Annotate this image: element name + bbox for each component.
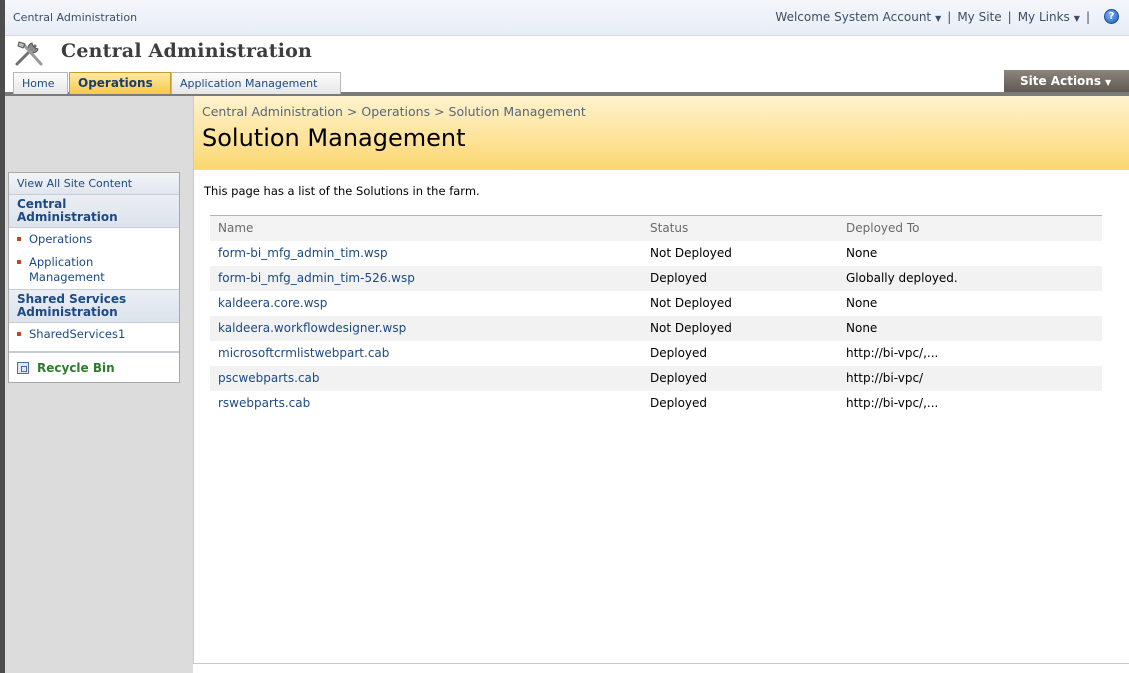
solutions-table: Name Status Deployed To form-bi_mfg_admi… [210,215,1102,416]
solution-status: Deployed [650,346,708,360]
solution-deployed-to: http://bi-vpc/,... [846,346,939,360]
solution-name-link[interactable]: pscwebparts.cab [210,366,642,391]
separator: | [1085,9,1090,24]
global-navigation-bar: Central Administration Welcome System Ac… [5,0,1129,36]
chevron-down-icon: ▼ [1073,13,1080,23]
page-footer-border [193,663,1129,673]
nav-item-application-management[interactable]: Application Management [9,251,179,289]
solution-deployed-to: None [846,246,878,260]
quick-launch: View All Site Content Central Administra… [8,172,180,383]
solution-name-link[interactable]: form-bi_mfg_admin_tim-526.wsp [210,266,642,291]
site-title-row: Central Administration [5,36,1129,70]
solution-name-link[interactable]: kaldeera.workflowdesigner.wsp [210,316,642,341]
view-all-site-content-link[interactable]: View All Site Content [9,173,179,195]
site-title[interactable]: Central Administration [61,40,312,62]
table-row: form-bi_mfg_admin_tim-526.wsp Deployed G… [210,265,1102,291]
table-row: kaldeera.workflowdesigner.wsp Not Deploy… [210,315,1102,341]
table-row: pscwebparts.cab Deployed http://bi-vpc/ [210,365,1102,391]
solution-deployed-to: http://bi-vpc/ [846,371,924,385]
solution-name-link[interactable]: form-bi_mfg_admin_tim.wsp [210,241,642,266]
column-header-status[interactable]: Status [642,216,838,241]
chevron-down-icon: ▼ [935,13,942,23]
page-title: Solution Management [202,124,466,152]
solution-name-link[interactable]: kaldeera.core.wsp [210,291,642,316]
nav-item-operations[interactable]: Operations [9,228,179,251]
site-name-link[interactable]: Central Administration [13,11,137,24]
column-header-name[interactable]: Name [210,216,642,241]
nav-header-central-administration[interactable]: Central Administration [9,195,179,228]
solution-name-link[interactable]: microsoftcrmlistwebpart.cab [210,341,642,366]
solution-deployed-to: None [846,296,878,310]
table-row: rswebparts.cab Deployed http://bi-vpc/,.… [210,391,1102,416]
recycle-bin-link[interactable]: Recycle Bin [9,352,179,382]
top-navigation-tabs: Home Operations Application Management S… [5,70,1129,96]
my-links-menu[interactable]: My Links ▼ [1018,10,1080,24]
nav-header-shared-services[interactable]: Shared Services Administration [9,289,179,323]
solution-status: Not Deployed [650,296,732,310]
solution-deployed-to: http://bi-vpc/,... [846,396,939,410]
help-icon[interactable]: ? [1104,9,1119,24]
welcome-menu[interactable]: Welcome System Account ▼ [775,10,941,24]
solution-status: Not Deployed [650,246,732,260]
site-actions-menu[interactable]: Site Actions ▼ [1004,70,1129,92]
my-links-label: My Links [1017,9,1070,24]
chevron-down-icon: ▼ [1105,78,1112,87]
column-header-deployed-to[interactable]: Deployed To [838,216,1102,241]
table-row: microsoftcrmlistwebpart.cab Deployed htt… [210,341,1102,366]
breadcrumb[interactable]: Central Administration > Operations > So… [202,104,586,119]
global-links: Welcome System Account ▼ | My Site | My L… [775,9,1119,24]
solution-deployed-to: None [846,321,878,335]
nav-item-sharedservices1[interactable]: SharedServices1 [9,323,179,346]
solution-status: Deployed [650,371,708,385]
solution-name-link[interactable]: rswebparts.cab [210,391,642,416]
main-content: This page has a list of the Solutions in… [193,170,1129,664]
solution-status: Not Deployed [650,321,732,335]
solution-deployed-to: Globally deployed. [846,271,958,285]
tools-icon [15,41,43,66]
solution-status: Deployed [650,271,708,285]
separator: | [1007,9,1012,24]
page-header: Central Administration > Operations > So… [193,96,1129,170]
my-site-link[interactable]: My Site [957,10,1001,24]
table-row: kaldeera.core.wsp Not Deployed None [210,291,1102,316]
recycle-bin-label: Recycle Bin [37,360,115,375]
table-row: form-bi_mfg_admin_tim.wsp Not Deployed N… [210,241,1102,266]
page-description: This page has a list of the Solutions in… [204,184,480,198]
solution-status: Deployed [650,396,708,410]
tab-application-management[interactable]: Application Management [171,72,341,94]
tab-operations[interactable]: Operations [69,72,171,94]
welcome-label: Welcome System Account [775,9,932,24]
tab-home[interactable]: Home [13,72,68,94]
site-actions-label: Site Actions [1020,74,1101,88]
table-header-row: Name Status Deployed To [210,215,1102,241]
recycle-bin-icon [17,361,29,374]
separator: | [947,9,952,24]
